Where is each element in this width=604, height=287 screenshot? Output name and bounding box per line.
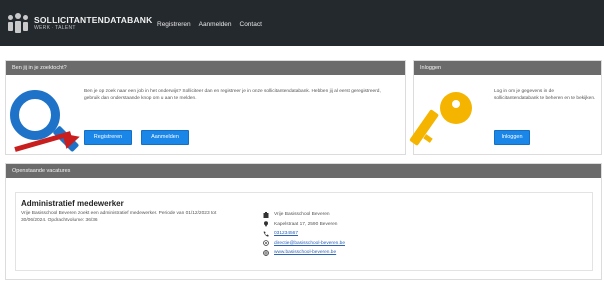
sign-in-button[interactable]: Aanmelden [141,130,189,145]
map-pin-icon [263,221,269,228]
contact-school-row: Vrije Basisschool Beveren [263,210,345,220]
contact-phone-row: 031234567 [263,229,345,239]
globe-icon [263,249,269,256]
register-button[interactable]: Registreren [84,130,132,145]
intro-panel-header: Ben jij in je zoektocht? [6,61,405,75]
brand-subtitle: WERK ∙ TALENT [34,24,76,31]
key-icon [440,92,472,124]
contact-email-link[interactable]: directie@basisschool-beveren.be [274,241,345,246]
vacancy-contact: Vrije Basisschool Beveren Kapelstraat 17… [263,210,345,258]
vacancies-panel-header: Openstaande vacatures [6,164,601,178]
vacancy-title[interactable]: Administratief medewerker [21,199,124,208]
contact-email-row: directie@basisschool-beveren.be [263,239,345,249]
nav-link-login[interactable]: Aanmelden [199,21,232,28]
contact-address: Kapelstraat 17, 2590 Beveren [274,221,338,227]
building-icon [263,211,269,218]
key-icon-hole [452,100,460,108]
database-people-icon [8,13,28,33]
brand-logo[interactable]: SOLLICITANTENDATABANK WERK ∙ TALENT [8,9,152,37]
contact-address-row: Kapelstraat 17, 2590 Beveren [263,220,345,230]
at-sign-icon [263,240,269,247]
contact-phone-link[interactable]: 031234567 [274,231,298,236]
contact-website-row: www.basisschool-beveren.be [263,248,345,258]
vacancy-description: Vrije Basisschool Beveren zoekt een admi… [21,211,217,224]
contact-school: Vrije Basisschool Beveren [274,212,330,218]
intro-text: Ben je op zoek naar een job in het onder… [84,89,381,101]
nav-link-contact[interactable]: Contact [240,21,262,28]
login-button[interactable]: Inloggen [494,130,530,145]
nav-link-register[interactable]: Registreren [157,21,191,28]
top-navbar: SOLLICITANTENDATABANK WERK ∙ TALENT Regi… [0,0,604,46]
brand-title: SOLLICITANTENDATABANK [34,14,153,25]
login-panel-header: Inloggen [414,61,601,75]
login-text: Log in om je gegevens in de sollicitante… [494,89,596,101]
phone-icon [263,231,269,237]
contact-website-link[interactable]: www.basisschool-beveren.be [274,250,336,255]
